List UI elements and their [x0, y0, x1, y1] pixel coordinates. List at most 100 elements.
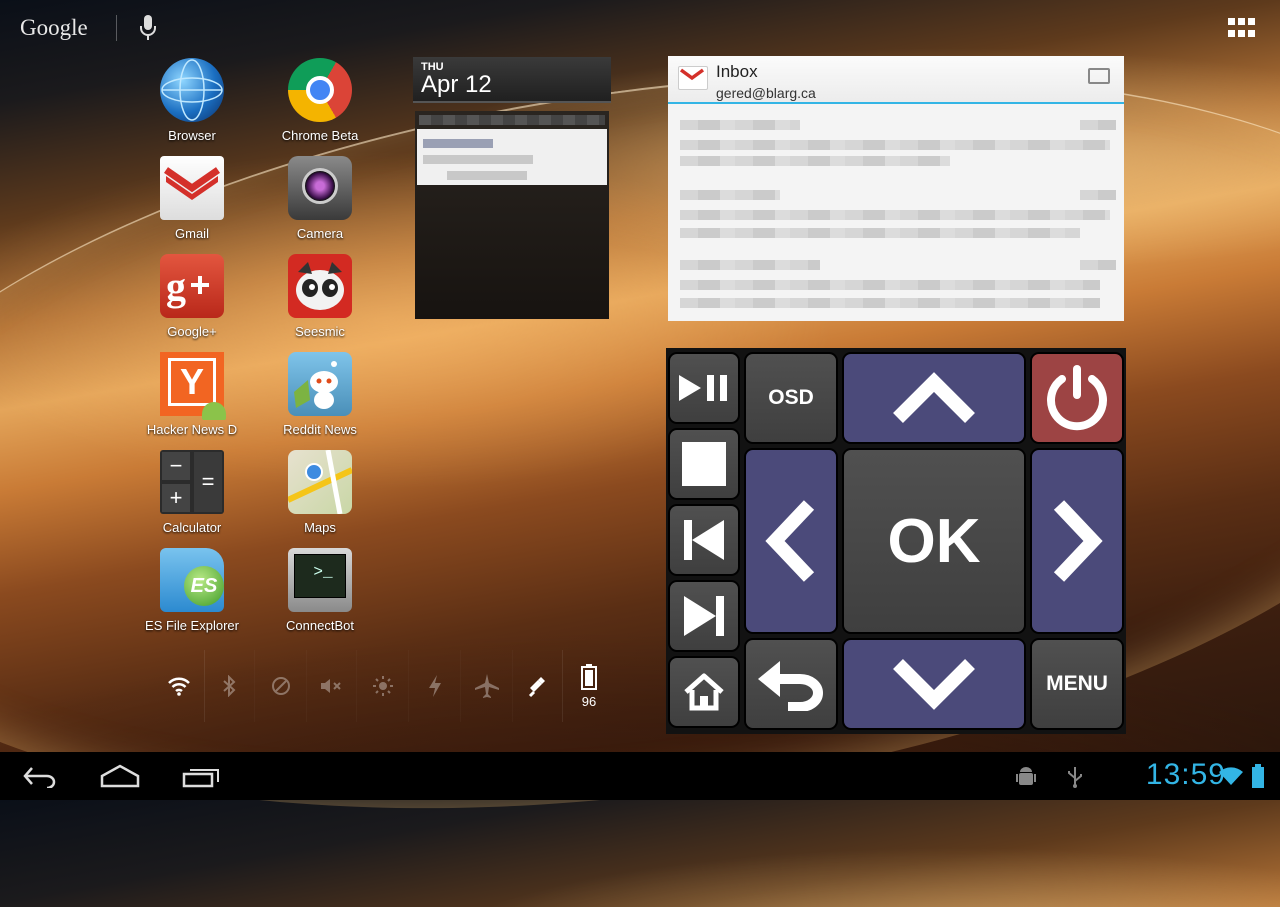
message-blurred-line [680, 298, 1100, 308]
app-gmail[interactable]: Gmail [132, 156, 252, 241]
app-label: ES File Explorer [145, 618, 239, 633]
menu-button[interactable]: MENU [1030, 638, 1124, 730]
app-google-plus[interactable]: g Google+ [132, 254, 252, 339]
power-control-widget: 96 [146, 650, 610, 722]
gmail-logo-icon [678, 66, 708, 90]
microphone-icon[interactable] [137, 14, 159, 42]
app-reddit-news[interactable]: Reddit News [260, 352, 380, 437]
app-label: Reddit News [283, 422, 357, 437]
app-camera[interactable]: Camera [260, 156, 380, 241]
bluetooth-icon [223, 675, 236, 697]
google-logo[interactable]: Google [20, 15, 88, 41]
reddit-icon [288, 352, 352, 416]
back-button[interactable] [744, 638, 838, 730]
bluetooth-toggle[interactable] [204, 650, 255, 722]
google-search-bar[interactable]: Google [20, 14, 159, 42]
search-divider [115, 15, 117, 41]
seesmic-icon [288, 254, 352, 318]
message-blurred-line [680, 156, 950, 166]
battery-level-text: 96 [581, 693, 597, 709]
calculator-icon: − = + [160, 450, 224, 514]
airplane-icon [475, 674, 499, 698]
message-blurred-line [680, 260, 820, 270]
compose-mail-icon[interactable] [1088, 68, 1110, 84]
app-maps[interactable]: Maps [260, 449, 380, 535]
skip-back-button[interactable] [668, 504, 740, 576]
app-label: Seesmic [295, 324, 345, 339]
app-label: Browser [168, 128, 216, 143]
app-chrome-beta[interactable]: Chrome Beta [260, 58, 380, 143]
left-button[interactable] [744, 448, 838, 634]
sync-toggle[interactable] [410, 650, 461, 722]
brightness-icon [373, 676, 393, 696]
ok-button[interactable]: OK [842, 448, 1026, 634]
camera-icon [288, 156, 352, 220]
app-label: Chrome Beta [281, 128, 359, 143]
flashlight-icon [528, 677, 545, 698]
calendar-widget[interactable]: THU Apr 12 [413, 57, 611, 319]
skip-forward-icon [684, 596, 724, 636]
home-button[interactable] [668, 656, 740, 728]
down-button[interactable] [842, 638, 1026, 730]
power-button[interactable] [1030, 352, 1124, 444]
chevron-right-icon [1053, 500, 1103, 582]
app-browser[interactable]: Browser [132, 58, 252, 143]
brightness-toggle[interactable] [358, 650, 409, 722]
mute-icon [321, 679, 341, 693]
app-connectbot[interactable]: >_ ConnectBot [260, 548, 380, 633]
nav-recents-button[interactable] [182, 764, 220, 793]
app-es-file-explorer[interactable]: ES ES File Explorer [132, 548, 252, 633]
battery-status-icon [1252, 764, 1264, 793]
osd-button[interactable]: OSD [744, 352, 838, 444]
gps-icon [272, 677, 290, 695]
stop-icon [682, 442, 726, 486]
app-label: Gmail [175, 226, 209, 241]
sound-toggle[interactable] [306, 650, 357, 722]
app-seesmic[interactable]: Seesmic [260, 254, 380, 339]
message-blurred-line [680, 120, 800, 130]
up-button[interactable] [842, 352, 1026, 444]
all-apps-grid-icon[interactable] [1228, 18, 1256, 38]
flashlight-toggle[interactable] [512, 650, 563, 722]
nav-home-button[interactable] [100, 764, 140, 793]
airplane-mode-toggle[interactable] [462, 650, 513, 722]
terminal-icon: >_ [288, 548, 352, 612]
home-icon [684, 673, 724, 711]
gps-toggle[interactable] [256, 650, 307, 722]
media-remote-widget: OSD OK MENU [666, 348, 1126, 734]
power-icon [1047, 365, 1107, 431]
calendar-header[interactable]: THU Apr 12 [413, 57, 611, 103]
app-calculator[interactable]: − = + Calculator [132, 450, 252, 535]
right-button[interactable] [1030, 448, 1124, 634]
back-icon [23, 767, 56, 790]
gmail-inbox-title: Inbox [716, 62, 758, 81]
google-plus-icon: g [160, 254, 224, 318]
battery-indicator[interactable]: 96 [564, 650, 614, 722]
status-clock[interactable]: 13:59 [1146, 758, 1226, 792]
gmail-inbox-widget[interactable]: Inbox gered@blarg.ca [668, 56, 1124, 321]
message-blurred-line [1080, 190, 1116, 200]
stop-button[interactable] [668, 428, 740, 500]
wifi-toggle[interactable] [154, 650, 205, 722]
skip-back-icon [684, 520, 724, 560]
message-blurred-line [1080, 260, 1116, 270]
message-blurred-line [680, 210, 1110, 220]
message-blurred-line [680, 280, 1100, 290]
folder-icon: ES [160, 548, 224, 612]
message-blurred-line [680, 228, 1080, 238]
message-blurred-line [680, 140, 1110, 150]
chevron-up-icon [893, 372, 975, 423]
calendar-blurred-row [419, 115, 605, 125]
maps-icon [286, 449, 354, 515]
skip-forward-button[interactable] [668, 580, 740, 652]
calendar-event-blurred[interactable] [417, 129, 607, 185]
gmail-header[interactable]: Inbox gered@blarg.ca [668, 56, 1124, 104]
calendar-agenda[interactable] [415, 111, 609, 319]
wifi-icon [168, 677, 190, 696]
app-label: Google+ [167, 324, 217, 339]
play-pause-button[interactable] [668, 352, 740, 424]
nav-back-button[interactable] [22, 764, 58, 793]
battery-icon [581, 663, 597, 690]
app-label: Calculator [162, 520, 222, 535]
app-hacker-news[interactable]: Y Hacker News D [132, 352, 252, 437]
